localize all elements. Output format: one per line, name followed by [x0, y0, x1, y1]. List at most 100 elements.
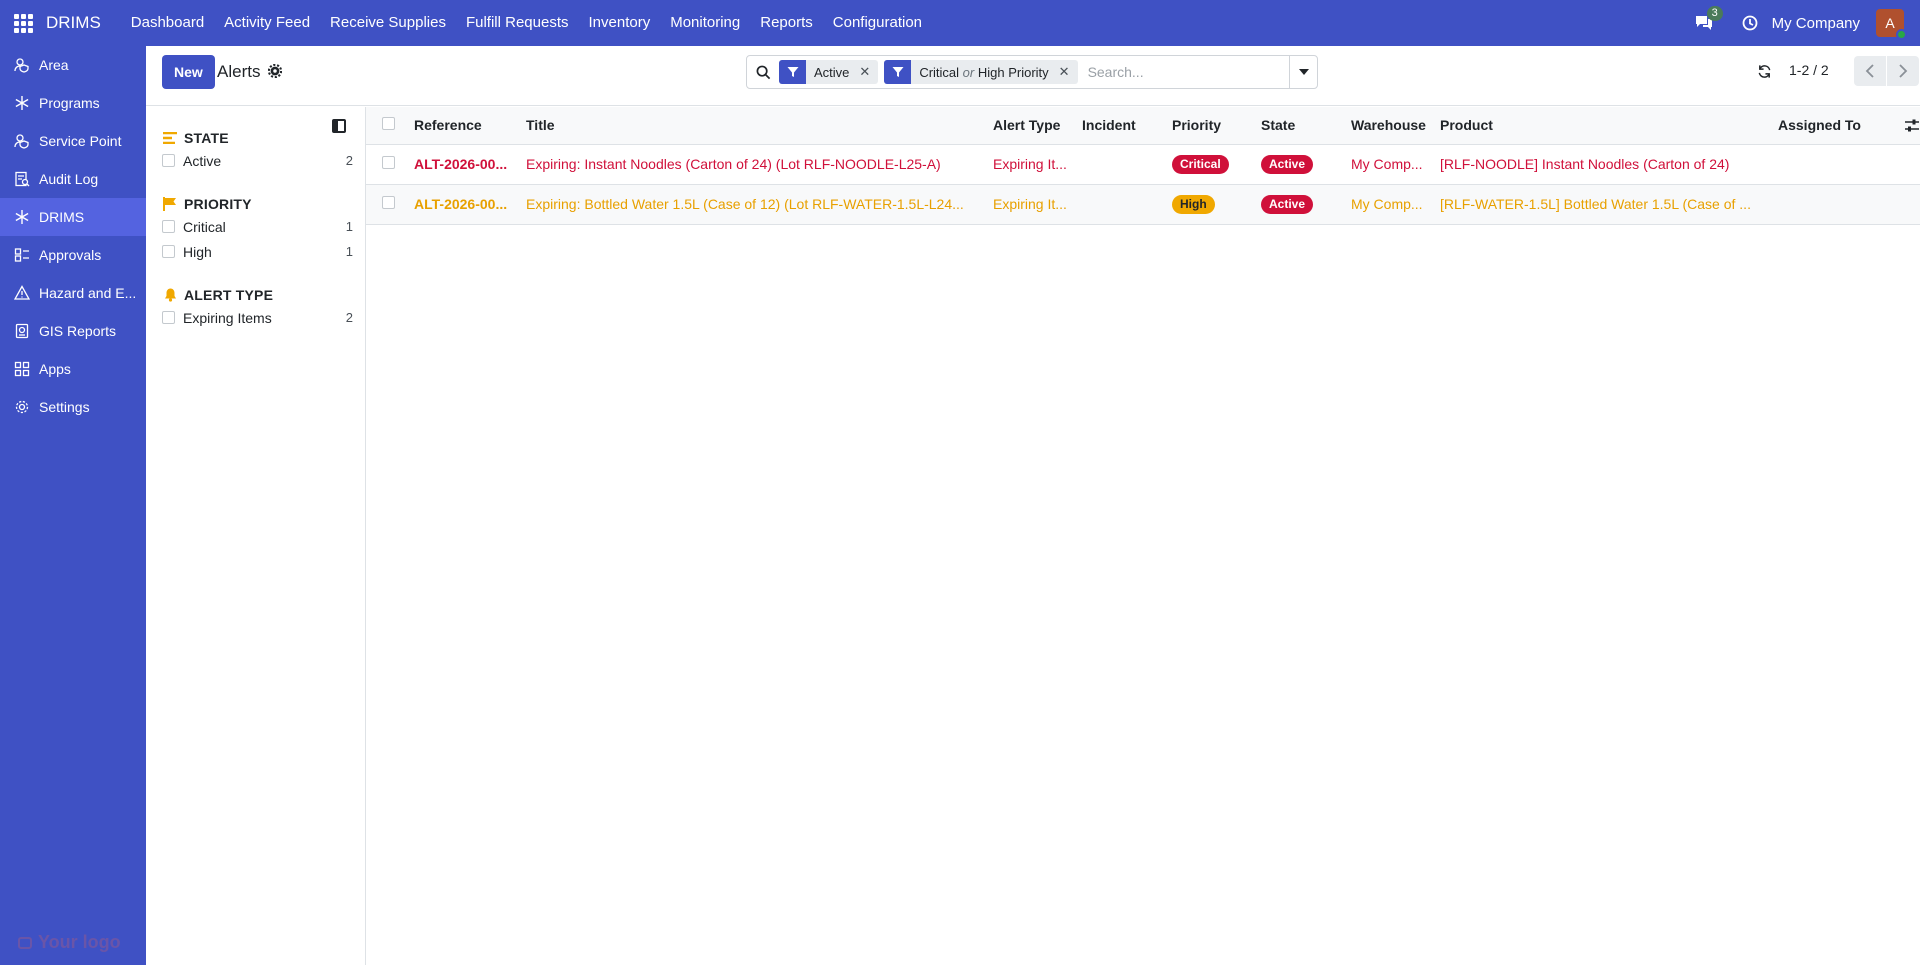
sliders-icon[interactable]: [1901, 119, 1920, 132]
column-priority[interactable]: Priority: [1168, 107, 1257, 145]
cell-product[interactable]: [RLF-WATER-1.5L] Bottled Water 1.5L (Cas…: [1436, 184, 1774, 225]
sidebar-item-gis-reports[interactable]: GIS Reports: [0, 312, 146, 350]
list-view: Reference Title Alert Type Incident Prio…: [366, 107, 1920, 965]
filter-priority-critical[interactable]: Critical 1: [162, 214, 353, 239]
page-title: Alerts: [217, 62, 261, 81]
select-all-checkbox[interactable]: [382, 117, 395, 131]
filter-alert-type-expiring[interactable]: Expiring Items 2: [162, 305, 353, 330]
menu-fulfill-requests[interactable]: Fulfill Requests: [456, 0, 579, 46]
new-button[interactable]: New: [162, 55, 215, 89]
menu-dashboard[interactable]: Dashboard: [121, 0, 214, 46]
cell-warehouse[interactable]: My Comp...: [1347, 184, 1436, 225]
cell-warehouse[interactable]: My Comp...: [1347, 144, 1436, 185]
cell-reference[interactable]: ALT-2026-00...: [410, 184, 522, 225]
menu-monitoring[interactable]: Monitoring: [660, 0, 750, 46]
sidebar-item-settings[interactable]: Settings: [0, 388, 146, 426]
row-select-cell[interactable]: [366, 184, 410, 225]
facet-remove-icon[interactable]: ✕: [855, 64, 878, 80]
column-title[interactable]: Title: [522, 107, 989, 145]
pager-value[interactable]: 1-2 / 2: [1789, 62, 1829, 78]
menu-activity-feed[interactable]: Activity Feed: [214, 0, 320, 46]
cell-title[interactable]: Expiring: Bottled Water 1.5L (Case of 12…: [522, 184, 989, 225]
chat-icon[interactable]: 3: [1692, 6, 1723, 35]
cell-state[interactable]: Active: [1257, 184, 1347, 225]
apps-grid-icon[interactable]: [0, 0, 46, 46]
checkbox[interactable]: [162, 311, 175, 324]
cell-title[interactable]: Expiring: Instant Noodles (Carton of 24)…: [522, 144, 989, 185]
row-checkbox[interactable]: [382, 196, 395, 209]
section-priority: PRIORITY Critical 1 High 1: [162, 194, 353, 264]
checkbox[interactable]: [162, 245, 175, 258]
filter-state-active[interactable]: Active 2: [162, 148, 353, 173]
filter-priority-high[interactable]: High 1: [162, 239, 353, 264]
select-all-cell[interactable]: [366, 107, 410, 145]
row-checkbox[interactable]: [382, 156, 395, 169]
section-header: ALERT TYPE: [162, 285, 353, 305]
column-reference[interactable]: Reference: [410, 107, 522, 145]
sidebar-item-approvals[interactable]: Approvals: [0, 236, 146, 274]
clock-icon[interactable]: [1738, 11, 1762, 35]
cell-product[interactable]: [RLF-NOODLE] Instant Noodles (Carton of …: [1436, 144, 1774, 185]
search-options-toggle[interactable]: [1289, 56, 1317, 88]
facet-remove-icon[interactable]: ✕: [1055, 64, 1078, 80]
control-panel: New Alerts Active ✕ Critical or High Pri…: [146, 46, 1920, 106]
menu-receive-supplies[interactable]: Receive Supplies: [320, 0, 456, 46]
search-icon[interactable]: [747, 56, 779, 88]
menu-inventory[interactable]: Inventory: [579, 0, 661, 46]
menu-reports[interactable]: Reports: [750, 0, 823, 46]
optional-columns-cell[interactable]: [1897, 107, 1920, 145]
sidebar-item-label: Audit Log: [39, 171, 99, 187]
chat-count-badge: 3: [1706, 6, 1723, 21]
sidebar-item-label: DRIMS: [39, 209, 85, 225]
user-avatar[interactable]: A: [1876, 9, 1907, 40]
online-status-dot: [1896, 29, 1907, 40]
cell-alert-type[interactable]: Expiring It...: [989, 144, 1078, 185]
filter-icon: [884, 60, 912, 84]
chevron-right-icon: [1899, 64, 1908, 78]
sidebar-item-service-point[interactable]: Service Point: [0, 122, 146, 160]
sidebar-item-area[interactable]: Area: [0, 46, 146, 84]
checkbox[interactable]: [162, 220, 175, 233]
sidebar-item-apps[interactable]: Apps: [0, 350, 146, 388]
refresh-icon[interactable]: [1757, 64, 1773, 80]
column-product[interactable]: Product: [1436, 107, 1774, 145]
cell-priority[interactable]: Critical: [1168, 144, 1257, 185]
table-row[interactable]: ALT-2026-00... Expiring: Bottled Water 1…: [366, 184, 1920, 225]
state-badge: Active: [1261, 154, 1314, 174]
checkbox[interactable]: [162, 154, 175, 167]
filter-count: 1: [345, 244, 353, 259]
column-alert-type[interactable]: Alert Type: [989, 107, 1078, 145]
column-state[interactable]: State: [1257, 107, 1347, 145]
search-input[interactable]: [1087, 64, 1278, 80]
sidebar-item-drims[interactable]: DRIMS: [0, 198, 146, 236]
app-brand[interactable]: DRIMS: [46, 13, 101, 33]
column-incident[interactable]: Incident: [1078, 107, 1168, 145]
row-select-cell[interactable]: [366, 144, 410, 185]
cell-reference[interactable]: ALT-2026-00...: [410, 144, 522, 185]
gear-icon[interactable]: [267, 63, 284, 80]
sidebar-item-hazard[interactable]: Hazard and E...: [0, 274, 146, 312]
search-bar: Active ✕ Critical or High Priority ✕: [746, 55, 1318, 89]
company-switcher[interactable]: My Company: [1772, 15, 1860, 32]
table-row[interactable]: ALT-2026-00... Expiring: Instant Noodles…: [366, 144, 1920, 185]
cell-incident[interactable]: [1078, 184, 1168, 225]
column-assigned-to[interactable]: Assigned To: [1774, 107, 1897, 145]
pager-next-button[interactable]: [1887, 56, 1919, 86]
cell-incident[interactable]: [1078, 144, 1168, 185]
alerts-table: Reference Title Alert Type Incident Prio…: [366, 107, 1920, 225]
flag-icon: [162, 196, 178, 212]
sidebar-item-programs[interactable]: Programs: [0, 84, 146, 122]
cell-priority[interactable]: High: [1168, 184, 1257, 225]
column-warehouse[interactable]: Warehouse: [1347, 107, 1436, 145]
filter-label: Critical: [183, 218, 226, 235]
facet-value-critical: Critical: [919, 64, 960, 80]
bell-icon: [162, 287, 178, 303]
menu-configuration[interactable]: Configuration: [823, 0, 932, 46]
cell-assigned-to[interactable]: [1774, 184, 1897, 225]
panel-toggle-icon[interactable]: [332, 119, 346, 133]
cell-alert-type[interactable]: Expiring It...: [989, 184, 1078, 225]
cell-assigned-to[interactable]: [1774, 144, 1897, 185]
cell-state[interactable]: Active: [1257, 144, 1347, 185]
sidebar-item-audit-log[interactable]: Audit Log: [0, 160, 146, 198]
pager-previous-button[interactable]: [1854, 56, 1886, 86]
